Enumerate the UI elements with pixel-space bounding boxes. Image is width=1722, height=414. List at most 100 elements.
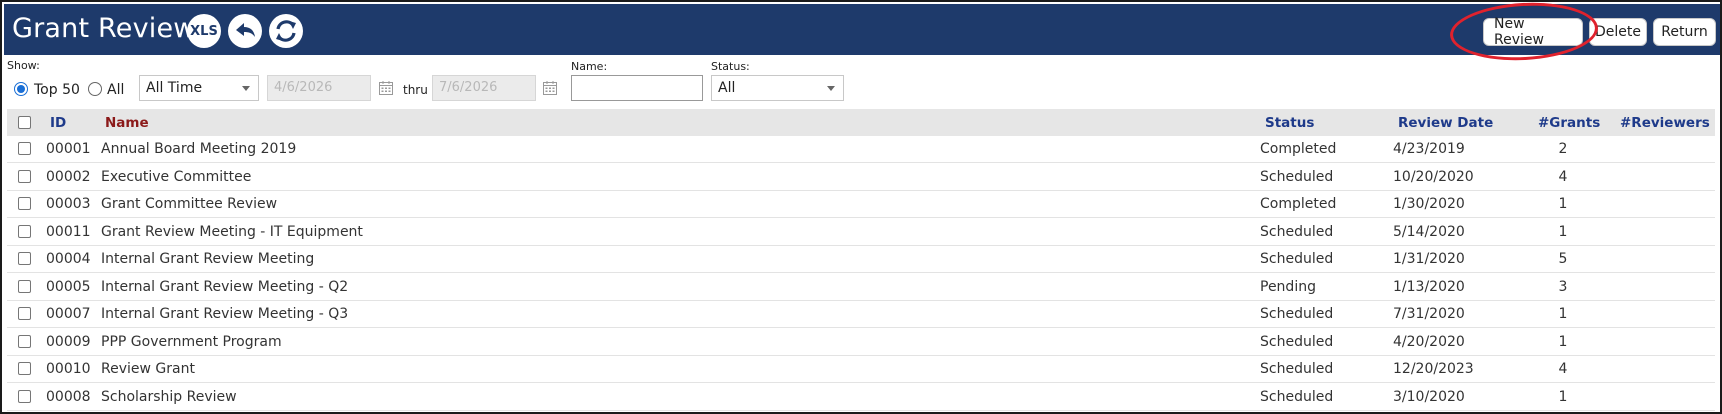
table-row[interactable]: 00001 Annual Board Meeting 2019 Completed 4… (7, 136, 1715, 163)
row-status: Scheduled (1260, 306, 1334, 322)
table-row[interactable]: 00008 Scholarship Review Scheduled 3/10/202… (7, 384, 1715, 411)
status-select[interactable]: All (711, 75, 844, 101)
row-id: 00002 (46, 168, 91, 185)
row-review-date: 5/14/2020 (1393, 223, 1465, 240)
row-grants: 1 (1558, 333, 1568, 350)
row-status: Pending (1260, 278, 1316, 295)
period-select[interactable]: All Time (139, 75, 259, 101)
xls-icon[interactable]: XLS (187, 14, 221, 48)
row-checkbox[interactable] (18, 224, 31, 238)
table-row[interactable]: 00007 Internal Grant Review Meeting - Q3 S… (7, 301, 1715, 328)
table-row[interactable]: 00002 Executive Committee Scheduled 10/20/2… (7, 164, 1715, 191)
row-id: 00009 (46, 333, 91, 350)
row-name[interactable]: Internal Grant Review Meeting (101, 251, 314, 267)
column-header-id[interactable]: ID (50, 115, 66, 131)
status-label: Status: (711, 60, 750, 73)
row-grants: 4 (1558, 361, 1568, 377)
row-id: 00003 (46, 196, 91, 212)
row-checkbox[interactable] (18, 142, 31, 155)
column-header-status[interactable]: Status (1265, 115, 1314, 131)
row-checkbox[interactable] (18, 169, 31, 183)
row-grants: 5 (1558, 251, 1568, 267)
period-select-value: All Time (146, 80, 203, 96)
row-review-date: 1/13/2020 (1393, 278, 1465, 295)
page-title: Grant Reviews (12, 13, 210, 44)
row-checkbox[interactable] (18, 362, 31, 375)
row-id: 00008 (46, 388, 91, 405)
row-status: Scheduled (1260, 251, 1334, 267)
row-review-date: 12/20/2023 (1393, 361, 1474, 377)
row-review-date: 4/20/2020 (1393, 333, 1465, 350)
name-input[interactable] (571, 75, 703, 101)
row-id: 00005 (46, 278, 91, 295)
table-row[interactable]: 00010 Review Grant Scheduled 12/20/2023 4 (7, 356, 1715, 383)
row-status: Completed (1260, 141, 1337, 157)
row-name[interactable]: Review Grant (101, 361, 195, 377)
row-status: Scheduled (1260, 388, 1334, 405)
back-arrow-icon[interactable] (228, 14, 262, 48)
table-row[interactable]: 00004 Internal Grant Review Meeting Schedu… (7, 246, 1715, 273)
row-checkbox[interactable] (18, 334, 31, 348)
row-checkbox[interactable] (18, 307, 31, 320)
row-grants: 4 (1558, 168, 1568, 185)
row-grants: 3 (1558, 278, 1568, 295)
row-id: 00004 (46, 251, 91, 267)
row-grants: 1 (1558, 223, 1568, 240)
row-id: 00001 (46, 141, 91, 157)
row-status: Completed (1260, 196, 1337, 212)
row-status: Scheduled (1260, 168, 1334, 185)
thru-label: thru (403, 83, 428, 97)
delete-button[interactable]: Delete (1589, 18, 1647, 46)
chevron-down-icon (827, 86, 835, 91)
row-status: Scheduled (1260, 333, 1334, 350)
row-name[interactable]: PPP Government Program (101, 334, 282, 350)
row-name[interactable]: Grant Committee Review (101, 196, 277, 212)
show-label: Show: (7, 59, 40, 72)
date-from-input[interactable]: 4/6/2026 (267, 75, 371, 101)
row-checkbox[interactable] (18, 197, 31, 210)
return-button[interactable]: Return (1653, 18, 1716, 46)
all-radio[interactable] (88, 82, 102, 96)
row-review-date: 3/10/2020 (1393, 388, 1465, 405)
row-name[interactable]: Executive Committee (101, 169, 251, 185)
row-review-date: 1/30/2020 (1393, 196, 1465, 212)
row-grants: 2 (1558, 141, 1568, 157)
top50-label: Top 50 (34, 82, 80, 98)
date-to-input[interactable]: 7/6/2026 (432, 75, 536, 101)
row-id: 00010 (46, 361, 91, 377)
calendar-icon[interactable] (542, 80, 558, 96)
column-header-reviewers[interactable]: #Reviewers (1620, 115, 1710, 131)
column-header-grants[interactable]: #Grants (1538, 115, 1600, 131)
xls-icon-label: XLS (190, 23, 218, 39)
row-checkbox[interactable] (18, 252, 31, 265)
row-review-date: 4/23/2019 (1393, 141, 1465, 157)
column-header-name[interactable]: Name (105, 115, 149, 131)
column-header-review-date[interactable]: Review Date (1398, 115, 1493, 131)
select-all-checkbox[interactable] (18, 116, 31, 129)
refresh-icon[interactable] (269, 14, 303, 48)
table-row[interactable]: 00009 PPP Government Program Scheduled 4/20… (7, 329, 1715, 356)
row-review-date: 10/20/2020 (1393, 168, 1474, 185)
row-status: Scheduled (1260, 223, 1334, 240)
row-status: Scheduled (1260, 361, 1334, 377)
top50-radio[interactable] (14, 82, 28, 96)
table-row[interactable]: 00005 Internal Grant Review Meeting - Q2 P… (7, 274, 1715, 301)
row-grants: 1 (1558, 388, 1568, 405)
row-checkbox[interactable] (18, 389, 31, 403)
row-name[interactable]: Internal Grant Review Meeting - Q3 (101, 306, 348, 322)
row-checkbox[interactable] (18, 279, 31, 293)
app-window: Grant Reviews XLS New Review Delete Retu… (0, 0, 1722, 414)
calendar-icon[interactable] (378, 80, 394, 96)
table-header: ID Name Status Review Date #Grants #Revi… (7, 109, 1715, 136)
name-label: Name: (571, 60, 608, 73)
row-name[interactable]: Scholarship Review (101, 389, 237, 405)
row-name[interactable]: Internal Grant Review Meeting - Q2 (101, 279, 348, 295)
row-id: 00011 (46, 223, 91, 240)
table-row[interactable]: 00003 Grant Committee Review Completed 1/30… (7, 191, 1715, 218)
table-row[interactable]: 00011 Grant Review Meeting - IT Equipment… (7, 219, 1715, 246)
row-name[interactable]: Annual Board Meeting 2019 (101, 141, 296, 157)
row-name[interactable]: Grant Review Meeting - IT Equipment (101, 224, 363, 240)
row-review-date: 7/31/2020 (1393, 306, 1465, 322)
all-label: All (107, 82, 125, 98)
row-review-date: 1/31/2020 (1393, 251, 1465, 267)
